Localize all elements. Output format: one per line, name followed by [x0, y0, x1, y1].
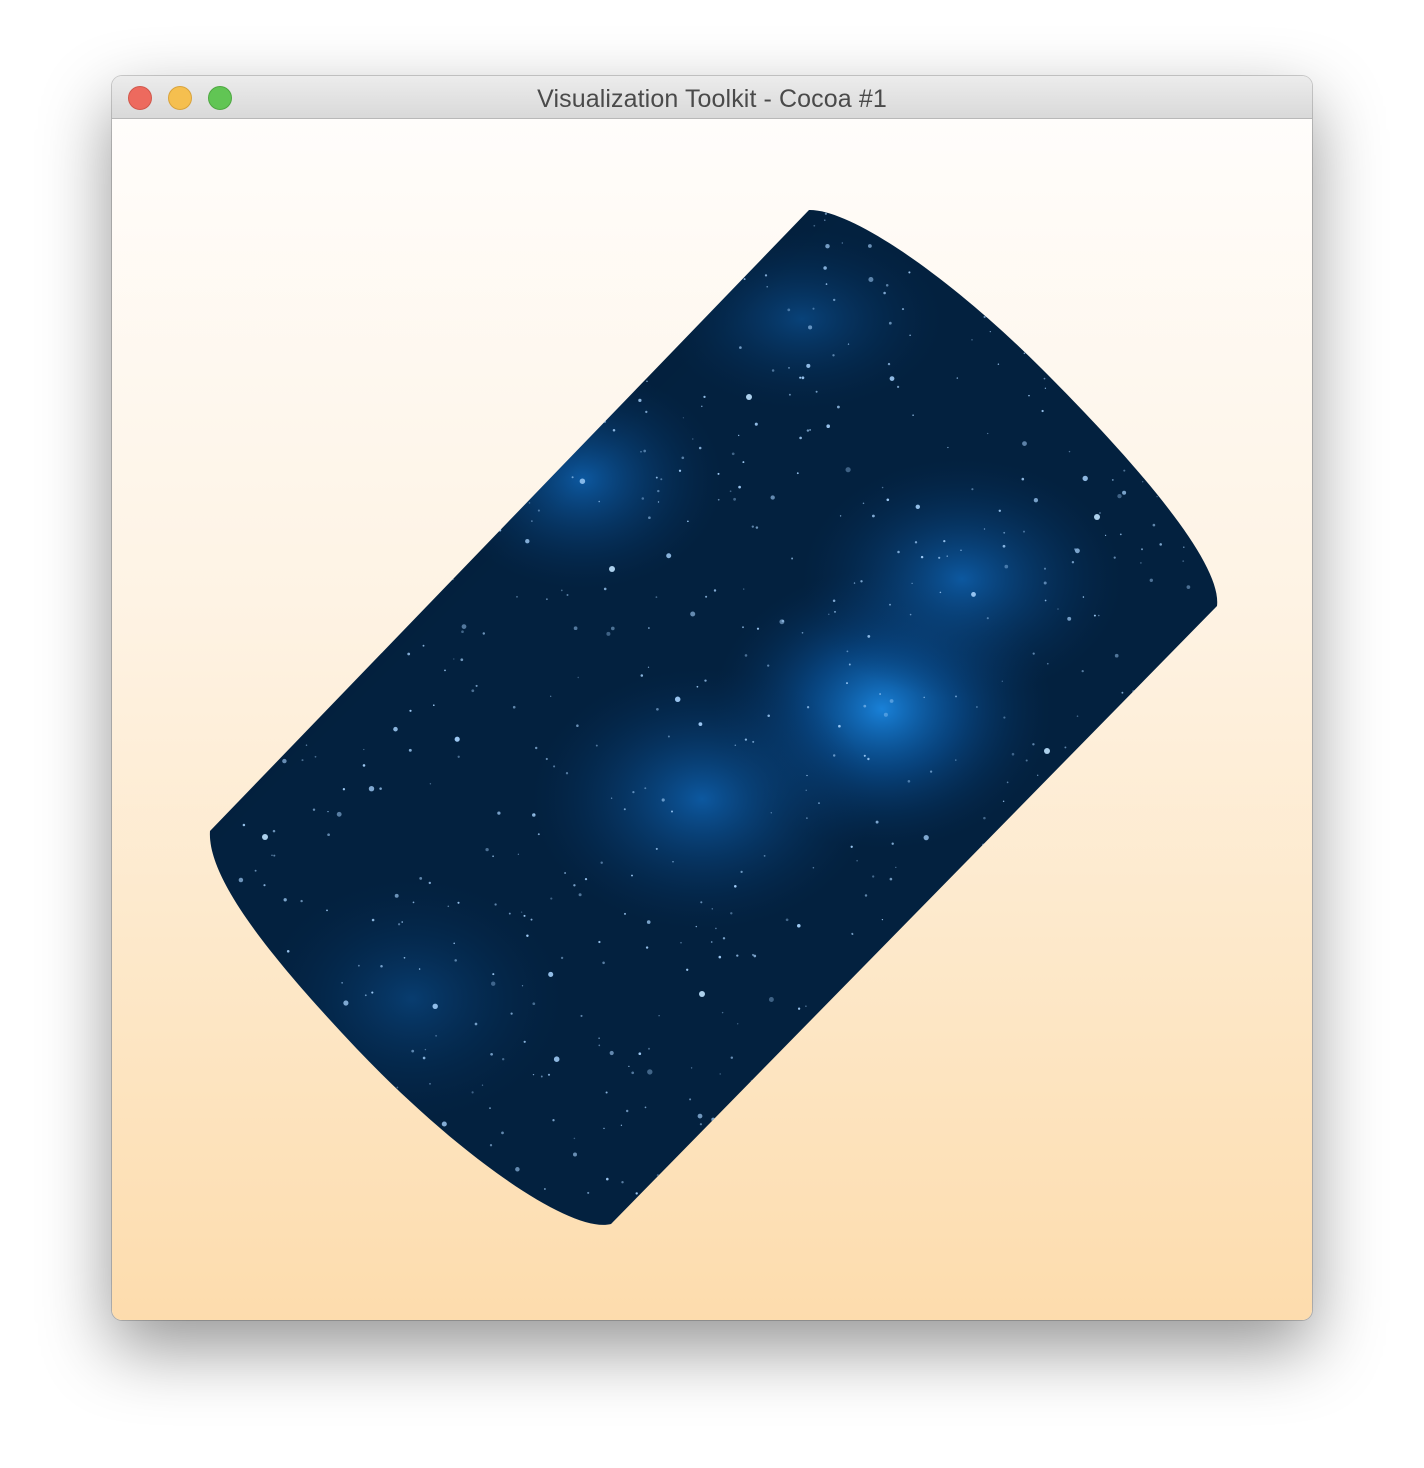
app-window: Visualization Toolkit - Cocoa #1 — [112, 76, 1312, 1320]
window-title: Visualization Toolkit - Cocoa #1 — [537, 85, 887, 113]
cylinder — [209, 209, 1218, 1225]
render-viewport[interactable] — [112, 119, 1312, 1320]
render-canvas — [209, 209, 1218, 1225]
title-bar[interactable]: Visualization Toolkit - Cocoa #1 — [112, 76, 1312, 119]
